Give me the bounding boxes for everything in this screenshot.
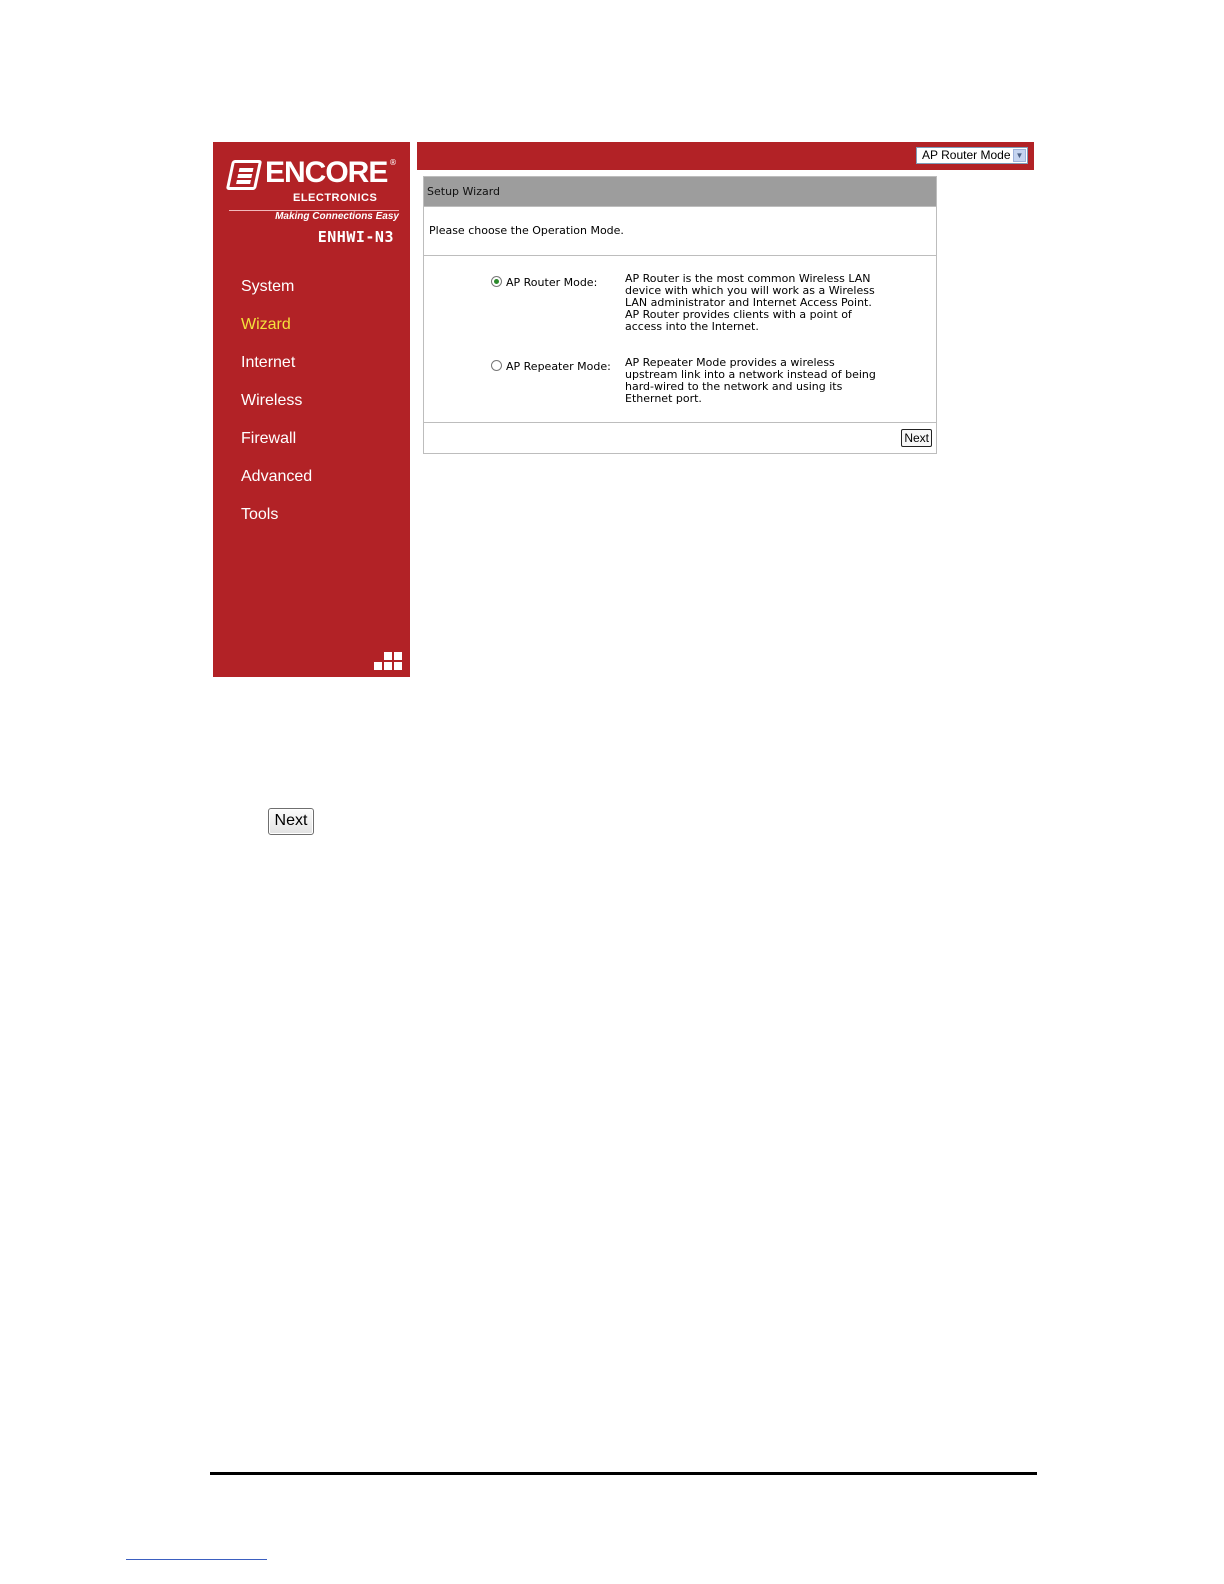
operation-mode-prompt: Please choose the Operation Mode.: [429, 224, 624, 237]
chevron-down-icon[interactable]: ▼: [1013, 149, 1026, 162]
sidebar-item-advanced[interactable]: Advanced: [240, 466, 312, 504]
option-ap-repeater-mode[interactable]: AP Repeater Mode:: [491, 360, 611, 373]
option-ap-router-mode[interactable]: AP Router Mode:: [491, 276, 597, 289]
encore-logo-icon: [225, 160, 263, 190]
logo-tagline: Making Connections Easy: [229, 210, 399, 222]
next-button[interactable]: Next: [268, 808, 314, 835]
footer-divider: [210, 1472, 1037, 1475]
divider: [424, 255, 936, 256]
encore-logo: ENCORE ® ELECTRONICS Making Connections …: [225, 156, 399, 222]
divider: [424, 206, 936, 207]
ap-repeater-mode-label: AP Repeater Mode:: [506, 360, 611, 373]
sidebar-item-wizard[interactable]: Wizard: [240, 314, 312, 352]
ap-router-mode-label: AP Router Mode:: [506, 276, 598, 289]
operation-mode-select[interactable]: AP Router Mode ▼: [916, 147, 1028, 164]
sidebar-nav: System Wizard Internet Wireless Firewall…: [240, 276, 312, 542]
sidebar: ENCORE ® ELECTRONICS Making Connections …: [213, 142, 410, 677]
model-name: ENHWI-N3: [317, 228, 394, 246]
ap-router-mode-radio[interactable]: [491, 276, 502, 287]
description-line: access into the Internet.: [625, 320, 759, 333]
sidebar-item-system[interactable]: System: [240, 276, 312, 314]
operation-mode-selected: AP Router Mode: [922, 148, 1011, 162]
wizard-next-button[interactable]: Next: [901, 429, 932, 447]
footnote-link-underline: [126, 1559, 267, 1560]
setup-wizard-panel: Setup Wizard Please choose the Operation…: [423, 176, 937, 454]
top-bar: AP Router Mode ▼: [417, 142, 1034, 170]
sidebar-item-internet[interactable]: Internet: [240, 352, 312, 390]
sidebar-item-wireless[interactable]: Wireless: [240, 390, 312, 428]
logo-registered-mark: ®: [389, 158, 397, 167]
grid-icon: [373, 652, 403, 672]
logo-brand: ENCORE: [265, 156, 388, 189]
divider: [424, 422, 936, 423]
panel-title: Setup Wizard: [424, 177, 936, 206]
sidebar-item-firewall[interactable]: Firewall: [240, 428, 312, 466]
ap-router-mode-description: AP Router is the most common Wireless LA…: [625, 273, 885, 333]
description-line: Ethernet port.: [625, 392, 702, 405]
ap-repeater-mode-description: AP Repeater Mode provides a wireless ups…: [625, 357, 885, 405]
ap-repeater-mode-radio[interactable]: [491, 360, 502, 371]
sidebar-item-tools[interactable]: Tools: [240, 504, 312, 542]
logo-subtitle: ELECTRONICS: [293, 192, 378, 204]
